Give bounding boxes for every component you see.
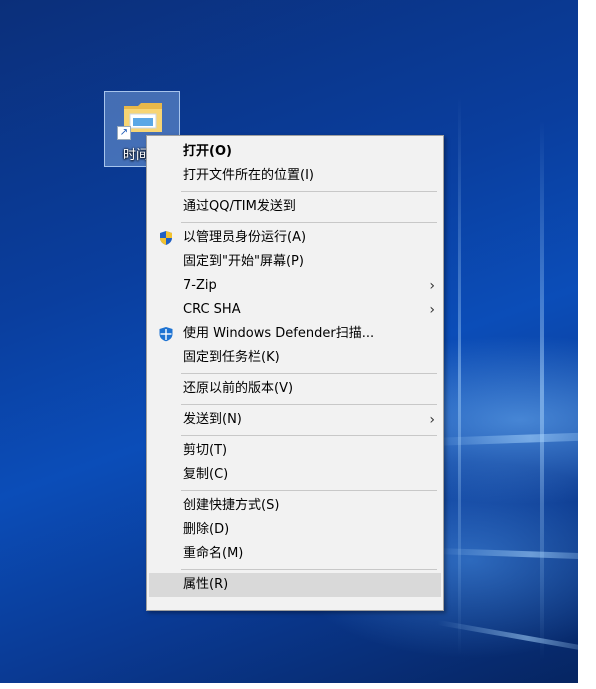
menu-item-label: CRC SHA: [183, 302, 241, 317]
menu-item-8[interactable]: CRC SHA ›: [147, 298, 443, 322]
menu-separator: [181, 373, 437, 374]
chevron-right-icon: ›: [429, 302, 435, 318]
chevron-right-icon: ›: [429, 278, 435, 294]
menu-item-label: 剪切(T): [183, 443, 228, 458]
menu-separator: [181, 404, 437, 405]
menu-item-label: 创建快捷方式(S): [183, 498, 280, 513]
menu-item-label: 以管理员身份运行(A): [183, 230, 307, 245]
screenshot-border: [578, 0, 596, 689]
menu-item-9[interactable]: 使用 Windows Defender扫描...: [147, 322, 443, 346]
menu-item-7[interactable]: 7-Zip ›: [147, 274, 443, 298]
menu-item-19[interactable]: 创建快捷方式(S): [147, 494, 443, 518]
menu-item-0[interactable]: 打开(O): [147, 140, 443, 164]
menu-item-label: 发送到(N): [183, 412, 242, 427]
shortcut-arrow-icon: ↗: [117, 126, 131, 140]
menu-separator: [181, 490, 437, 491]
light-beam: [437, 620, 596, 657]
menu-item-5[interactable]: 以管理员身份运行(A): [147, 226, 443, 250]
menu-item-label: 还原以前的版本(V): [183, 381, 294, 396]
menu-item-label: 打开文件所在的位置(I): [183, 168, 314, 183]
light-beam: [429, 431, 596, 446]
menu-item-12[interactable]: 还原以前的版本(V): [147, 377, 443, 401]
menu-separator: [181, 435, 437, 436]
menu-item-label: 固定到任务栏(K): [183, 350, 280, 365]
menu-item-21[interactable]: 重命名(M): [147, 542, 443, 566]
desktop-background: ↗ 时间 打开(O) 打开文件所在的位置(I) 通过QQ/TIM发送到 以管理员身份运…: [0, 0, 596, 689]
menu-item-label: 打开(O): [183, 144, 232, 159]
menu-item-label: 复制(C): [183, 467, 229, 482]
menu-item-6[interactable]: 固定到"开始"屏幕(P): [147, 250, 443, 274]
menu-item-label: 7-Zip: [183, 278, 217, 293]
light-beam: [540, 120, 544, 660]
menu-item-label: 通过QQ/TIM发送到: [183, 199, 296, 214]
windows-defender-icon: [159, 327, 173, 342]
menu-item-label: 重命名(M): [183, 546, 244, 561]
menu-separator: [181, 222, 437, 223]
screenshot-border: [0, 683, 596, 689]
context-menu: 打开(O) 打开文件所在的位置(I) 通过QQ/TIM发送到 以管理员身份运行(A) 固…: [146, 135, 444, 611]
menu-item-14[interactable]: 发送到(N) ›: [147, 408, 443, 432]
menu-item-20[interactable]: 删除(D): [147, 518, 443, 542]
menu-item-16[interactable]: 剪切(T): [147, 439, 443, 463]
menu-item-1[interactable]: 打开文件所在的位置(I): [147, 164, 443, 188]
menu-item-label: 属性(R): [183, 577, 229, 592]
menu-item-23[interactable]: 属性(R): [149, 573, 441, 597]
chevron-right-icon: ›: [429, 412, 435, 428]
menu-item-label: 固定到"开始"屏幕(P): [183, 254, 304, 269]
light-beam: [458, 96, 461, 656]
uac-shield-icon: [160, 231, 172, 245]
menu-separator: [181, 191, 437, 192]
menu-item-3[interactable]: 通过QQ/TIM发送到: [147, 195, 443, 219]
menu-separator: [181, 569, 437, 570]
menu-item-17[interactable]: 复制(C): [147, 463, 443, 487]
menu-item-label: 删除(D): [183, 522, 230, 537]
menu-item-label: 使用 Windows Defender扫描...: [183, 326, 375, 341]
menu-item-10[interactable]: 固定到任务栏(K): [147, 346, 443, 370]
